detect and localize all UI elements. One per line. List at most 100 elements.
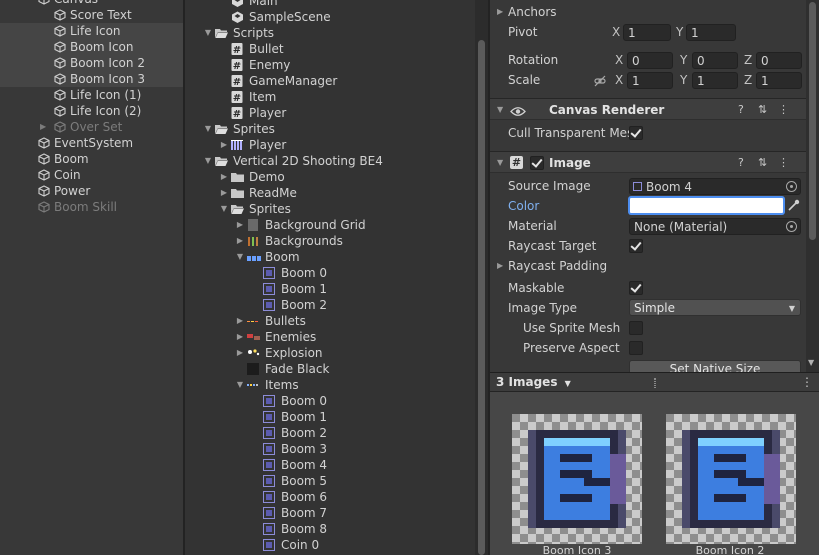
hierarchy-item[interactable]: ▶ Over Set xyxy=(0,119,183,135)
project-item[interactable]: Boom 8 xyxy=(185,521,475,537)
project-item[interactable]: ▶ Bullets xyxy=(185,313,475,329)
rotation-z-label[interactable]: Z xyxy=(744,50,752,70)
rotation-x-label[interactable]: X xyxy=(615,50,623,70)
collapse-arrow-icon[interactable]: ▼ xyxy=(203,121,213,137)
project-item[interactable]: SampleScene xyxy=(185,9,475,25)
hierarchy-item[interactable]: EventSystem xyxy=(0,135,183,151)
image-component-header[interactable]: ▼ # Image ? ⇅ ⋮ xyxy=(490,151,806,173)
inspector-scrollbar-thumb[interactable] xyxy=(809,2,816,240)
project-item[interactable]: ▼ Sprites xyxy=(185,121,475,137)
project-item[interactable]: ▶ Enemies xyxy=(185,329,475,345)
more-options-icon[interactable]: ⋮ xyxy=(778,99,789,121)
pivot-y-label[interactable]: Y xyxy=(676,22,683,42)
source-image-field[interactable]: Boom 4 xyxy=(629,178,801,195)
raycast-padding-row[interactable]: ▶ Raycast Padding xyxy=(490,256,806,276)
preview-thumbnail[interactable] xyxy=(666,414,796,544)
preserve-aspect-checkbox[interactable] xyxy=(629,341,643,355)
project-item[interactable]: Coin 0 xyxy=(185,537,475,553)
collapse-arrow-icon[interactable]: ▼ xyxy=(497,99,503,121)
image-type-dropdown[interactable]: Simple ▼ xyxy=(629,299,801,316)
collapse-arrow-icon[interactable]: ▼ xyxy=(203,25,213,41)
project-item[interactable]: ▶ Backgrounds xyxy=(185,233,475,249)
collapse-arrow-icon[interactable]: ▼ xyxy=(219,201,229,217)
canvas-renderer-header[interactable]: ▼ Canvas Renderer ? ⇅ ⋮ xyxy=(490,98,806,120)
hierarchy-item[interactable]: Canvas xyxy=(0,0,183,7)
project-item[interactable]: Fade Black xyxy=(185,361,475,377)
expand-arrow-icon[interactable]: ▶ xyxy=(235,345,245,361)
project-item[interactable]: ▼ Vertical 2D Shooting BE4 xyxy=(185,153,475,169)
project-item[interactable]: # Bullet xyxy=(185,41,475,57)
expand-arrow-icon[interactable]: ▶ xyxy=(235,329,245,345)
image-enabled-checkbox[interactable] xyxy=(530,156,544,170)
maskable-checkbox[interactable] xyxy=(629,281,643,295)
hierarchy-item[interactable]: Boom Icon 2 xyxy=(0,55,183,71)
hierarchy-item[interactable]: Boom Skill xyxy=(0,199,183,215)
expand-arrow-icon[interactable]: ▶ xyxy=(40,119,50,135)
project-item[interactable]: Boom 6 xyxy=(185,489,475,505)
hierarchy-item[interactable]: Power xyxy=(0,183,183,199)
expand-arrow-icon[interactable]: ▶ xyxy=(497,2,503,22)
project-item[interactable]: Boom 3 xyxy=(185,441,475,457)
project-item[interactable]: # Item xyxy=(185,89,475,105)
hierarchy-item[interactable]: Life Icon (2) xyxy=(0,103,183,119)
hierarchy-item[interactable]: Boom xyxy=(0,151,183,167)
inspector-scrollbar[interactable]: ▼ xyxy=(806,0,819,372)
project-scrollbar-thumb[interactable] xyxy=(478,40,485,555)
project-item[interactable]: ▶ Demo xyxy=(185,169,475,185)
color-swatch[interactable] xyxy=(629,197,784,214)
hierarchy-item[interactable]: Boom Icon 3 xyxy=(0,71,183,87)
project-item[interactable]: Boom 2 xyxy=(185,425,475,441)
help-icon[interactable]: ? xyxy=(738,152,744,174)
project-item[interactable]: ▼ Sprites xyxy=(185,201,475,217)
pivot-x-label[interactable]: X xyxy=(612,22,620,42)
preview-splitter[interactable] xyxy=(654,378,656,388)
pivot-y-field[interactable]: 1 xyxy=(686,24,736,41)
expand-arrow-icon[interactable]: ▶ xyxy=(219,169,229,185)
project-item[interactable]: Boom 5 xyxy=(185,473,475,489)
more-options-icon[interactable]: ⋮ xyxy=(801,375,813,389)
preview-dropdown[interactable]: 3 Images ▼ xyxy=(496,374,571,391)
scale-z-label[interactable]: Z xyxy=(744,70,752,90)
project-item[interactable]: ▼ Items xyxy=(185,377,475,393)
project-item[interactable]: Boom 2 xyxy=(185,297,475,313)
rotation-x-field[interactable]: 0 xyxy=(627,52,673,69)
object-picker-icon[interactable] xyxy=(786,221,797,232)
presets-icon[interactable]: ⇅ xyxy=(758,152,767,174)
scale-x-label[interactable]: X xyxy=(615,70,623,90)
project-item[interactable]: Boom 0 xyxy=(185,265,475,281)
project-item[interactable]: Main xyxy=(185,0,475,9)
rotation-z-field[interactable]: 0 xyxy=(756,52,802,69)
help-icon[interactable]: ? xyxy=(738,99,744,121)
rotation-y-field[interactable]: 0 xyxy=(692,52,738,69)
project-item[interactable]: # GameManager xyxy=(185,73,475,89)
expand-arrow-icon[interactable]: ▶ xyxy=(219,137,229,153)
project-item[interactable]: ▼ Boom xyxy=(185,249,475,265)
constrain-proportions-icon[interactable] xyxy=(594,73,606,87)
hierarchy-item[interactable]: Score Text xyxy=(0,7,183,23)
scale-y-label[interactable]: Y xyxy=(680,70,687,90)
preview-thumbnail[interactable] xyxy=(512,414,642,544)
material-field[interactable]: None (Material) xyxy=(629,218,801,235)
project-item[interactable]: ▶ ReadMe xyxy=(185,185,475,201)
scale-x-field[interactable]: 1 xyxy=(627,72,673,89)
scale-y-field[interactable]: 1 xyxy=(692,72,738,89)
collapse-arrow-icon[interactable]: ▼ xyxy=(235,377,245,393)
object-picker-icon[interactable] xyxy=(786,181,797,192)
project-item[interactable]: Boom 1 xyxy=(185,281,475,297)
project-item[interactable]: ▼ Scripts xyxy=(185,25,475,41)
collapse-arrow-icon[interactable]: ▼ xyxy=(497,152,503,174)
project-item[interactable]: ▶ Player xyxy=(185,137,475,153)
cull-transparent-checkbox[interactable] xyxy=(629,126,643,140)
project-item[interactable]: ▶ Explosion xyxy=(185,345,475,361)
hierarchy-item[interactable]: Life Icon xyxy=(0,23,183,39)
set-native-size-button[interactable]: Set Native Size xyxy=(629,360,801,372)
hierarchy-item[interactable]: Coin xyxy=(0,167,183,183)
hierarchy-item[interactable]: Life Icon (1) xyxy=(0,87,183,103)
raycast-target-checkbox[interactable] xyxy=(629,239,643,253)
pivot-x-field[interactable]: 1 xyxy=(623,24,671,41)
use-sprite-mesh-checkbox[interactable] xyxy=(629,321,643,335)
anchors-row[interactable]: ▶ Anchors xyxy=(490,2,806,22)
more-options-icon[interactable]: ⋮ xyxy=(778,152,789,174)
expand-arrow-icon[interactable]: ▶ xyxy=(497,256,503,276)
eyedropper-icon[interactable] xyxy=(786,198,801,213)
